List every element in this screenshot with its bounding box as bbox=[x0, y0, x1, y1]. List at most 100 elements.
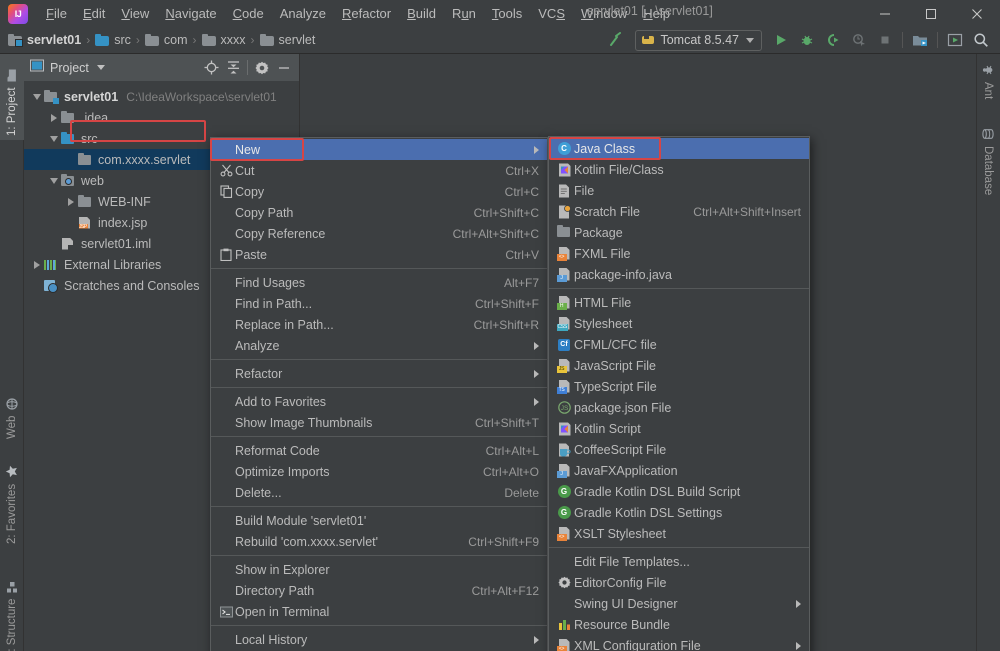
chevron-right-icon[interactable] bbox=[30, 261, 43, 269]
run-configuration-selector[interactable]: Tomcat 8.5.47 bbox=[635, 30, 762, 51]
context-menu-item-paste[interactable]: PasteCtrl+V bbox=[211, 244, 547, 265]
sidebar-item-web[interactable]: Web bbox=[0, 389, 24, 443]
minimize-button[interactable] bbox=[862, 0, 908, 27]
context-menu-item-local-history[interactable]: Local History bbox=[211, 629, 547, 650]
context-menu-item-directory-path[interactable]: Directory PathCtrl+Alt+F12 bbox=[211, 580, 547, 601]
new-submenu-item-package[interactable]: Package bbox=[549, 222, 809, 243]
context-menu-item-copy-path[interactable]: Copy PathCtrl+Shift+C bbox=[211, 202, 547, 223]
console-icon[interactable] bbox=[942, 29, 968, 51]
context-menu-item-cut[interactable]: CutCtrl+X bbox=[211, 160, 547, 181]
new-submenu-item-kotlin-file-class[interactable]: Kotlin File/Class bbox=[549, 159, 809, 180]
collapse-all-icon[interactable] bbox=[222, 57, 244, 79]
new-submenu-item-fxml-file[interactable]: <>FXML File bbox=[549, 243, 809, 264]
menubar-item-edit[interactable]: Edit bbox=[75, 3, 113, 24]
run-icon[interactable] bbox=[768, 29, 794, 51]
new-submenu-item-swing-ui-designer[interactable]: Swing UI Designer bbox=[549, 593, 809, 614]
menubar-item-refactor[interactable]: Refactor bbox=[334, 3, 399, 24]
menu-separator bbox=[211, 359, 547, 360]
breadcrumb-item-src[interactable]: src bbox=[95, 33, 131, 47]
maximize-button[interactable] bbox=[908, 0, 954, 27]
chevron-right-icon[interactable] bbox=[64, 198, 77, 206]
menubar-item-tools[interactable]: Tools bbox=[484, 3, 530, 24]
context-menu-item-rebuild-com-xxxx-servlet[interactable]: Rebuild 'com.xxxx.servlet'Ctrl+Shift+F9 bbox=[211, 531, 547, 552]
settings-gear-icon[interactable] bbox=[251, 57, 273, 79]
context-menu-item-build-module-servlet01[interactable]: Build Module 'servlet01' bbox=[211, 510, 547, 531]
chevron-down-icon[interactable] bbox=[30, 94, 43, 100]
source-folder-icon bbox=[60, 132, 76, 146]
menubar-item-help[interactable]: Help bbox=[635, 3, 678, 24]
sidebar-item-favorites[interactable]: 2: Favorites bbox=[0, 452, 24, 548]
new-submenu-item-kotlin-script[interactable]: Kotlin Script bbox=[549, 418, 809, 439]
new-submenu-item-html-file[interactable]: HHTML File bbox=[549, 292, 809, 313]
context-menu-item-find-in-path[interactable]: Find in Path...Ctrl+Shift+F bbox=[211, 293, 547, 314]
menubar-item-code[interactable]: Code bbox=[225, 3, 272, 24]
breadcrumb-label: com bbox=[164, 33, 188, 47]
menubar-item-file[interactable]: File bbox=[38, 3, 75, 24]
new-submenu-item-javascript-file[interactable]: JSJavaScript File bbox=[549, 355, 809, 376]
new-submenu-item-resource-bundle[interactable]: Resource Bundle bbox=[549, 614, 809, 635]
breadcrumb-item-servlet[interactable]: servlet bbox=[260, 33, 316, 47]
chevron-down-icon[interactable] bbox=[47, 136, 60, 142]
context-menu-item-copy[interactable]: CopyCtrl+C bbox=[211, 181, 547, 202]
context-menu-item-optimize-imports[interactable]: Optimize ImportsCtrl+Alt+O bbox=[211, 461, 547, 482]
menubar-item-window[interactable]: Window bbox=[573, 3, 635, 24]
new-submenu-item-editorconfig-file[interactable]: EditorConfig File bbox=[549, 572, 809, 593]
sidebar-item-ant[interactable]: Ant bbox=[976, 60, 1000, 112]
menubar-item-analyze[interactable]: Analyze bbox=[272, 3, 334, 24]
chevron-right-icon bbox=[534, 636, 539, 644]
context-menu-item-show-image-thumbnails[interactable]: Show Image ThumbnailsCtrl+Shift+T bbox=[211, 412, 547, 433]
context-menu-item-reformat-code[interactable]: Reformat CodeCtrl+Alt+L bbox=[211, 440, 547, 461]
context-menu-item-open-in-terminal[interactable]: Open in Terminal bbox=[211, 601, 547, 622]
new-submenu-item-edit-file-templates[interactable]: Edit File Templates... bbox=[549, 551, 809, 572]
menubar-item-vcs[interactable]: VCS bbox=[530, 3, 573, 24]
breadcrumb-item-com[interactable]: com bbox=[145, 33, 188, 47]
update-app-icon[interactable] bbox=[907, 29, 933, 51]
new-submenu-item-cfml-cfc-file[interactable]: CfCFML/CFC file bbox=[549, 334, 809, 355]
new-submenu-item-coffeescript-file[interactable]: CoffeeScript File bbox=[549, 439, 809, 460]
menubar-item-build[interactable]: Build bbox=[399, 3, 444, 24]
chevron-down-icon[interactable] bbox=[97, 65, 105, 70]
close-button[interactable] bbox=[954, 0, 1000, 27]
breadcrumb-item-servlet01[interactable]: servlet01 bbox=[8, 33, 81, 47]
chevron-right-icon[interactable] bbox=[47, 114, 60, 122]
new-submenu-item-java-class[interactable]: CJava Class bbox=[549, 138, 809, 159]
context-menu-item-show-in-explorer[interactable]: Show in Explorer bbox=[211, 559, 547, 580]
locate-icon[interactable] bbox=[200, 57, 222, 79]
new-submenu-item-package-json-file[interactable]: JSpackage.json File bbox=[549, 397, 809, 418]
context-menu-item-find-usages[interactable]: Find UsagesAlt+F7 bbox=[211, 272, 547, 293]
sidebar-item-project[interactable]: 1: Project bbox=[0, 54, 24, 140]
tree-item--idea[interactable]: .idea bbox=[24, 107, 299, 128]
sidebar-item-database[interactable]: Database bbox=[976, 124, 1000, 219]
menubar-item-view[interactable]: View bbox=[113, 3, 157, 24]
debug-icon[interactable] bbox=[794, 29, 820, 51]
context-menu-item-new[interactable]: New bbox=[211, 139, 547, 160]
new-submenu-item-xml-configuration-file[interactable]: <>XML Configuration File bbox=[549, 635, 809, 651]
new-submenu-item-typescript-file[interactable]: TSTypeScript File bbox=[549, 376, 809, 397]
new-submenu-item-package-info-java[interactable]: Jpackage-info.java bbox=[549, 264, 809, 285]
context-menu-item-add-to-favorites[interactable]: Add to Favorites bbox=[211, 391, 547, 412]
context-menu-item-delete[interactable]: Delete...Delete bbox=[211, 482, 547, 503]
hide-panel-icon[interactable] bbox=[273, 57, 295, 79]
context-menu-item-replace-in-path[interactable]: Replace in Path...Ctrl+Shift+R bbox=[211, 314, 547, 335]
tree-item-servlet01[interactable]: servlet01C:\IdeaWorkspace\servlet01 bbox=[24, 86, 299, 107]
svg-text:JS: JS bbox=[560, 405, 568, 412]
new-submenu-item-javafxapplication[interactable]: JJavaFXApplication bbox=[549, 460, 809, 481]
new-submenu-item-scratch-file[interactable]: Scratch FileCtrl+Alt+Shift+Insert bbox=[549, 201, 809, 222]
new-submenu-item-file[interactable]: File bbox=[549, 180, 809, 201]
new-submenu-item-gradle-kotlin-dsl-settings[interactable]: GGradle Kotlin DSL Settings bbox=[549, 502, 809, 523]
chevron-down-icon[interactable] bbox=[47, 178, 60, 184]
context-menu-item-refactor[interactable]: Refactor bbox=[211, 363, 547, 384]
new-submenu-item-xslt-stylesheet[interactable]: <>XSLT Stylesheet bbox=[549, 523, 809, 544]
search-everywhere-icon[interactable] bbox=[968, 29, 994, 51]
resource-bundle-icon bbox=[554, 618, 574, 631]
context-menu-item-analyze[interactable]: Analyze bbox=[211, 335, 547, 356]
new-submenu-item-gradle-kotlin-dsl-build-script[interactable]: GGradle Kotlin DSL Build Script bbox=[549, 481, 809, 502]
new-submenu-item-stylesheet[interactable]: CSSStylesheet bbox=[549, 313, 809, 334]
sidebar-item-structure[interactable]: 7: Structure bbox=[0, 564, 24, 651]
run-with-coverage-icon[interactable] bbox=[820, 29, 846, 51]
menubar-item-navigate[interactable]: Navigate bbox=[157, 3, 224, 24]
context-menu-item-copy-reference[interactable]: Copy ReferenceCtrl+Alt+Shift+C bbox=[211, 223, 547, 244]
breadcrumb-item-xxxx[interactable]: xxxx bbox=[202, 33, 246, 47]
build-hammer-icon[interactable] bbox=[603, 29, 629, 51]
menubar-item-run[interactable]: Run bbox=[444, 3, 484, 24]
